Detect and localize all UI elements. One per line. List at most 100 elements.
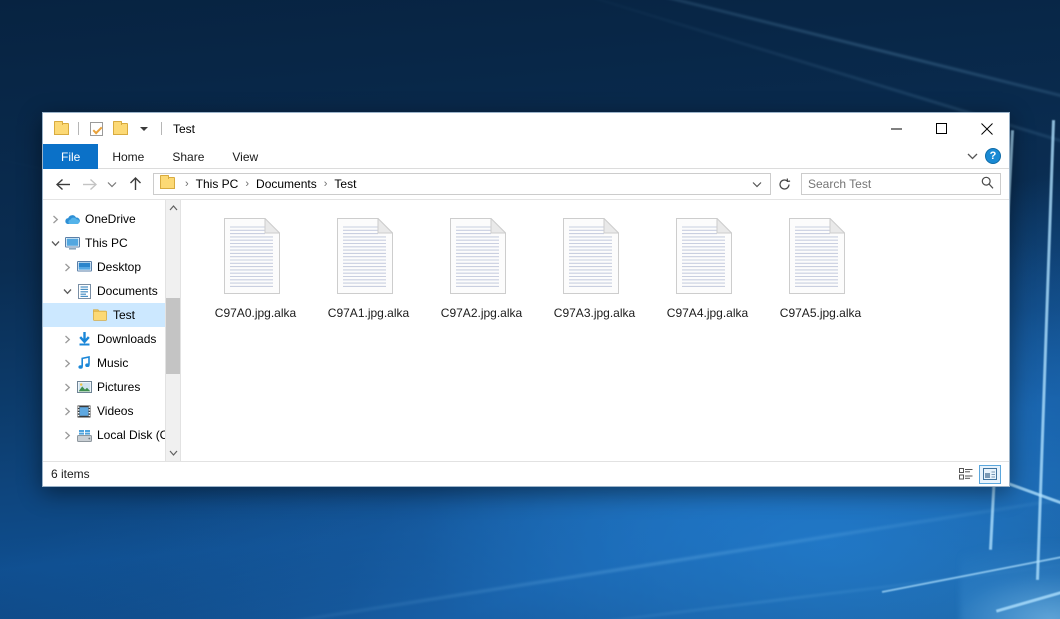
file-explorer-window: Test File Home Share View ? <box>42 112 1010 487</box>
file-item[interactable]: C97A2.jpg.alka <box>425 214 538 332</box>
window-controls <box>874 113 1009 144</box>
status-bar: 6 items <box>43 461 1009 486</box>
tree-twisty-expanded-icon[interactable] <box>47 240 63 247</box>
new-folder-icon[interactable] <box>110 119 130 139</box>
chevron-down-icon[interactable] <box>748 181 766 188</box>
file-name-label: C97A1.jpg.alka <box>328 306 409 320</box>
close-button[interactable] <box>964 113 1009 144</box>
navigation-scrollbar[interactable] <box>165 200 180 461</box>
generic-document-icon <box>563 218 627 300</box>
tree-twisty-collapsed-icon[interactable] <box>59 431 75 440</box>
file-item[interactable]: C97A1.jpg.alka <box>312 214 425 332</box>
file-item[interactable]: C97A5.jpg.alka <box>764 214 877 332</box>
sidebar-item-label: This PC <box>81 236 128 250</box>
ribbon-actions: ? <box>961 144 1009 168</box>
scrollbar-thumb[interactable] <box>166 298 181 374</box>
tree-twisty-expanded-icon[interactable] <box>59 288 75 295</box>
breadcrumb-separator: › <box>319 178 333 190</box>
minimize-button[interactable] <box>874 113 919 144</box>
search-icon[interactable] <box>981 176 994 192</box>
scroll-up-icon[interactable] <box>166 200 181 216</box>
desktop-icon <box>75 261 93 273</box>
maximize-button[interactable] <box>919 113 964 144</box>
sidebar-item-this-pc[interactable]: This PC <box>43 231 180 255</box>
search-input[interactable] <box>808 177 981 191</box>
sidebar-item-label: Pictures <box>93 380 140 394</box>
file-name-label: C97A4.jpg.alka <box>667 306 748 320</box>
videos-icon <box>75 405 93 418</box>
downloads-icon <box>75 332 93 346</box>
sidebar-item-desktop[interactable]: Desktop <box>43 255 180 279</box>
file-item[interactable]: C97A4.jpg.alka <box>651 214 764 332</box>
search-box[interactable] <box>801 173 1001 195</box>
sidebar-item-local-disk-c[interactable]: Local Disk (C:) <box>43 423 180 447</box>
navigation-tree: OneDrive This PC Desktop Documents Test Downl… <box>43 207 180 447</box>
generic-document-icon <box>450 218 514 300</box>
breadcrumb-test[interactable]: Test <box>332 177 358 191</box>
breadcrumb[interactable]: › This PC › Documents › Test <box>153 173 771 195</box>
sidebar-item-videos[interactable]: Videos <box>43 399 180 423</box>
chevron-down-icon[interactable] <box>961 145 983 167</box>
properties-icon[interactable] <box>86 119 106 139</box>
sidebar-item-label: Documents <box>93 284 158 298</box>
tab-file[interactable]: File <box>43 144 98 169</box>
breadcrumb-this-pc[interactable]: This PC <box>194 177 241 191</box>
title-bar[interactable]: Test <box>43 113 1009 144</box>
tree-twisty-collapsed-icon[interactable] <box>59 407 75 416</box>
sidebar-item-onedrive[interactable]: OneDrive <box>43 207 180 231</box>
local-disk-icon <box>75 429 93 442</box>
customize-quick-access-caret-icon[interactable] <box>134 119 154 139</box>
recent-locations-button[interactable] <box>103 173 121 195</box>
sidebar-item-pictures[interactable]: Pictures <box>43 375 180 399</box>
tree-twisty-collapsed-icon[interactable] <box>59 383 75 392</box>
tree-twisty-collapsed-icon[interactable] <box>59 263 75 272</box>
generic-document-icon <box>789 218 853 300</box>
sidebar-item-label: Desktop <box>93 260 141 274</box>
file-name-label: C97A2.jpg.alka <box>441 306 522 320</box>
navigation-pane: OneDrive This PC Desktop Documents Test Downl… <box>43 200 180 461</box>
address-bar: › This PC › Documents › Test <box>43 169 1009 199</box>
tab-share[interactable]: Share <box>158 144 218 169</box>
folder-icon <box>91 309 109 321</box>
up-button[interactable] <box>123 173 147 195</box>
music-icon <box>75 356 93 370</box>
folder-icon <box>160 177 175 192</box>
sidebar-item-label: Downloads <box>93 332 156 346</box>
item-count-label: 6 items <box>51 467 90 481</box>
tree-twisty-collapsed-icon[interactable] <box>47 215 63 224</box>
tab-view[interactable]: View <box>218 144 272 169</box>
toolbar-divider <box>161 122 162 135</box>
ribbon-tab-bar: File Home Share View ? <box>43 144 1009 169</box>
view-mode-buttons <box>955 465 1001 484</box>
file-name-label: C97A3.jpg.alka <box>554 306 635 320</box>
breadcrumb-documents[interactable]: Documents <box>254 177 319 191</box>
file-item[interactable]: C97A0.jpg.alka <box>199 214 312 332</box>
back-button[interactable] <box>51 173 75 195</box>
help-icon[interactable]: ? <box>985 148 1001 164</box>
sidebar-item-label: Test <box>109 308 135 322</box>
refresh-button[interactable] <box>773 173 795 195</box>
breadcrumb-separator: › <box>240 178 254 190</box>
file-list-pane[interactable]: C97A0.jpg.alka C97A1.jpg.alka C97A2.jpg.al… <box>180 200 1009 461</box>
tree-twisty-collapsed-icon[interactable] <box>59 335 75 344</box>
folder-icon[interactable] <box>51 119 71 139</box>
sidebar-item-test[interactable]: Test <box>43 303 180 327</box>
generic-document-icon <box>676 218 740 300</box>
sidebar-item-music[interactable]: Music <box>43 351 180 375</box>
documents-icon <box>75 284 93 299</box>
forward-button[interactable] <box>77 173 101 195</box>
tree-twisty-collapsed-icon[interactable] <box>59 359 75 368</box>
file-item[interactable]: C97A3.jpg.alka <box>538 214 651 332</box>
onedrive-cloud-icon <box>63 213 81 225</box>
sidebar-item-documents[interactable]: Documents <box>43 279 180 303</box>
scroll-down-icon[interactable] <box>166 445 181 461</box>
windows-logo-line <box>1036 120 1055 580</box>
sidebar-item-downloads[interactable]: Downloads <box>43 327 180 351</box>
file-grid: C97A0.jpg.alka C97A1.jpg.alka C97A2.jpg.al… <box>199 214 1009 332</box>
scrollbar-track[interactable] <box>166 216 181 445</box>
details-view-button[interactable] <box>955 465 977 484</box>
large-icons-view-button[interactable] <box>979 465 1001 484</box>
tab-home[interactable]: Home <box>98 144 158 169</box>
window-title: Test <box>173 122 195 136</box>
file-name-label: C97A5.jpg.alka <box>780 306 861 320</box>
